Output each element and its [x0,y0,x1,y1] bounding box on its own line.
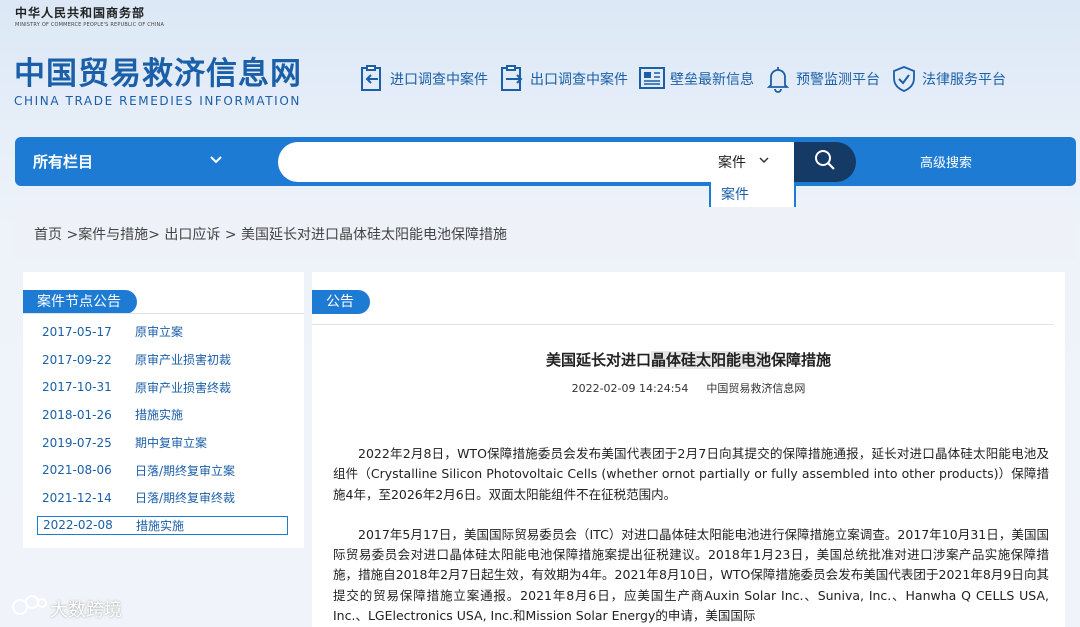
export-case-icon [498,64,526,94]
breadcrumb-export[interactable]: 出口应诉 [164,227,220,243]
article-datetime: 2022-02-09 14:24:54 [571,382,689,395]
node-title: 日落/期终复审立案 [135,463,236,478]
article-source: 中国贸易救济信息网 [706,382,806,395]
breadcrumb-current: 美国延长对进口晶体硅太阳能电池保障措施 [241,227,508,243]
search-icon [814,149,836,175]
node-title: 原审产业损害初裁 [135,353,232,368]
node-title: 措施实施 [136,518,185,533]
watermark: 大数跨境 [10,593,122,624]
watermark-logo-icon [10,593,50,624]
article-title-pre: 美国延长对进口 [545,351,651,369]
node-title: 原审产业损害终裁 [135,380,232,395]
panel-title: 案件节点公告 [23,290,137,314]
ministry-header: 中华人民共和国商务部 MINISTRY OF COMMERCE PEOPLE'S… [15,4,164,28]
node-list: 2017-05-17 原审立案 2017-09-22 原审产业损害初裁 2017-1… [37,318,288,535]
nav-label: 进口调查中案件 [390,72,488,88]
top-nav: 进口调查中案件 出口调查中案件 壁垒最新信息 预警监测平台 法律服务平台 [358,64,1016,94]
search-type-select[interactable]: 案件 [718,152,770,172]
import-case-icon [358,64,386,94]
nav-legal-platform[interactable]: 法律服务平台 [890,64,1006,94]
shield-check-icon [890,64,918,94]
breadcrumb-cases[interactable]: 案件与措施 [78,227,148,243]
article-panel: 公告 美国延长对进口晶体硅太阳能电池保障措施 2022-02-09 14:24:… [312,272,1065,627]
list-item[interactable]: 2021-12-14 日落/期终复审终裁 [37,484,288,512]
panel-divider [23,313,304,314]
node-title: 措施实施 [135,408,184,423]
site-title-cn: 中国贸易救济信息网 [14,56,302,92]
nav-label: 壁垒最新信息 [670,72,754,88]
breadcrumb-separator: > [148,227,165,243]
bell-icon [764,64,792,94]
article-paragraph: 2017年5月17日，美国国际贸易委员会（ITC）对进口晶体硅太阳能电池进行保障… [333,526,1049,624]
list-item[interactable]: 2019-07-25 期中复审立案 [37,429,288,457]
breadcrumb-separator: > [62,227,79,243]
chevron-down-icon [209,153,223,171]
node-date: 2017-09-22 [42,352,112,367]
list-item-active[interactable]: 2022-02-08 措施实施 [37,515,288,535]
nav-import-cases[interactable]: 进口调查中案件 [358,64,488,94]
nav-barrier-news[interactable]: 壁垒最新信息 [638,64,754,94]
search-type-label: 案件 [718,155,746,171]
article-paragraph: 2022年2月8日，WTO保障措施委员会发布美国代表团于2月7日向其提交的保障措… [333,446,1049,502]
ministry-name-cn: 中华人民共和国商务部 [15,6,146,20]
article-title-highlight: 晶体硅太阳能电池 [650,351,771,369]
search-button[interactable] [794,142,856,182]
ministry-name-en: MINISTRY OF COMMERCE PEOPLE'S REPUBLIC O… [15,22,165,28]
node-date: 2017-10-31 [42,380,112,395]
list-item[interactable]: 2017-10-31 原审产业损害终裁 [37,373,288,401]
node-title: 原审立案 [135,325,184,340]
nav-label: 预警监测平台 [796,72,880,88]
nav-warning-platform[interactable]: 预警监测平台 [764,64,880,94]
node-date: 2021-08-06 [42,463,112,478]
watermark-text: 大数跨境 [50,599,122,621]
node-title: 期中复审立案 [135,436,208,451]
dropdown-option-cases[interactable]: 案件 [721,184,794,207]
node-date: 2022-02-08 [43,518,113,533]
node-date: 2019-07-25 [42,435,112,450]
category-select[interactable]: 所有栏目 [33,137,233,186]
node-title: 日落/期终复审终裁 [135,491,236,506]
advanced-search-link[interactable]: 高级搜索 [920,152,972,171]
breadcrumb-separator: > [220,227,242,243]
list-item[interactable]: 2017-09-22 原审产业损害初裁 [37,346,288,374]
list-item[interactable]: 2017-05-17 原审立案 [37,318,288,346]
article-title: 美国延长对进口晶体硅太阳能电池保障措施 [312,349,1065,370]
category-select-label: 所有栏目 [33,153,94,171]
article-meta: 2022-02-09 14:24:54 中国贸易救济信息网 [312,380,1065,396]
article-divider [312,324,1054,325]
article-body: 2022年2月8日，WTO保障措施委员会发布美国代表团于2月7日向其提交的保障措… [333,444,1049,627]
site-logo[interactable]: 中国贸易救济信息网 CHINA TRADE REMEDIES INFORMATI… [14,56,302,108]
chevron-down-icon [758,154,770,170]
site-title-en: CHINA TRADE REMEDIES INFORMATION [14,94,301,108]
barrier-news-icon [638,64,666,94]
nav-label: 出口调查中案件 [530,72,628,88]
article-tag: 公告 [312,290,370,314]
node-date: 2017-05-17 [42,324,112,339]
list-item[interactable]: 2018-01-26 措施实施 [37,401,288,429]
list-item[interactable]: 2021-08-06 日落/期终复审立案 [37,456,288,484]
article-title-post: 保障措施 [771,351,832,369]
case-node-panel: 案件节点公告 2017-05-17 原审立案 2017-09-22 原审产业损害初裁… [23,272,304,548]
search-input[interactable] [298,150,698,174]
nav-label: 法律服务平台 [922,72,1006,88]
breadcrumb-home[interactable]: 首页 [34,227,62,243]
node-date: 2018-01-26 [42,407,112,422]
nav-export-cases[interactable]: 出口调查中案件 [498,64,628,94]
node-date: 2021-12-14 [42,490,112,505]
breadcrumb: 首页 >案件与措施> 出口应诉 > 美国延长对进口晶体硅太阳能电池保障措施 [34,224,507,244]
